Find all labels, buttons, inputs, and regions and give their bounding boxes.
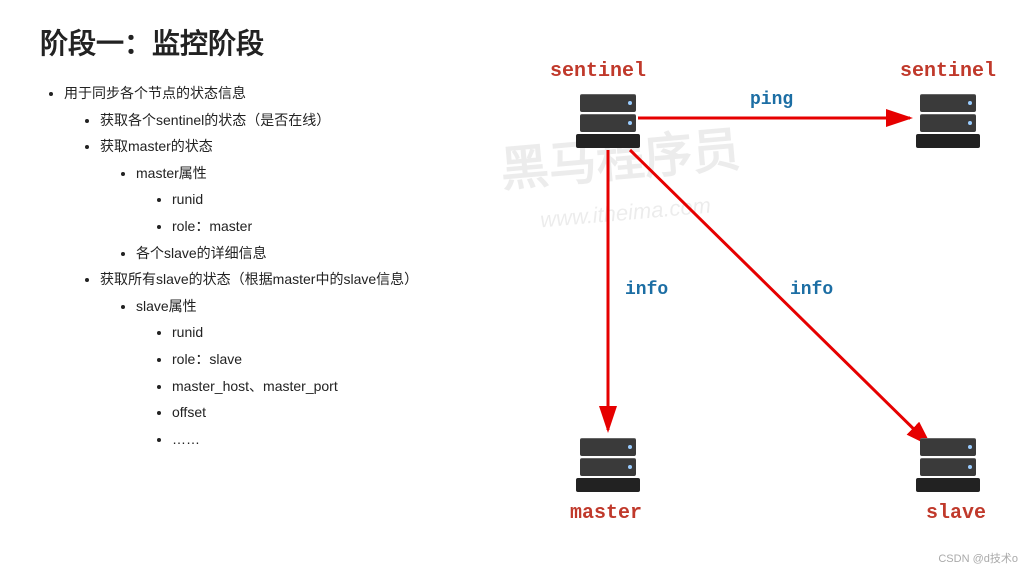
bullet-text: 获取所有slave的状态（根据master中的slave信息） (100, 271, 418, 287)
list-item: 获取各个sentinel的状态（是否在线） (100, 107, 480, 134)
list-item: master属性 runid role：master (136, 160, 480, 240)
bullet-text: master属性 (136, 165, 207, 181)
server-icon (920, 438, 976, 494)
bullet-list: 用于同步各个节点的状态信息 获取各个sentinel的状态（是否在线） 获取ma… (40, 80, 480, 452)
list-item: role：master (172, 213, 480, 240)
node-label-slave: slave (926, 502, 986, 525)
list-item: 获取master的状态 master属性 runid role：master 各… (100, 133, 480, 266)
credit-text: CSDN @d技术o (938, 550, 1018, 566)
server-icon (580, 438, 636, 494)
page-title: 阶段一：监控阶段 (40, 22, 264, 62)
architecture-diagram: sentinel sentinel master slave ping info… (500, 50, 1020, 550)
edge-label-info1: info (625, 280, 668, 300)
list-item: 获取所有slave的状态（根据master中的slave信息） slave属性 … (100, 266, 480, 452)
node-label-master: master (570, 502, 642, 525)
list-item: 各个slave的详细信息 (136, 240, 480, 267)
bullet-text: 用于同步各个节点的状态信息 (64, 85, 246, 101)
server-icon (920, 94, 976, 150)
server-icon (580, 94, 636, 150)
list-item: runid (172, 186, 480, 213)
list-item: master_host、master_port (172, 373, 480, 400)
list-item: runid (172, 319, 480, 346)
edge-label-ping: ping (750, 90, 793, 110)
list-item: offset (172, 399, 480, 426)
node-label-sentinel2: sentinel (900, 60, 996, 83)
node-label-sentinel1: sentinel (550, 60, 646, 83)
bullet-text: 获取master的状态 (100, 138, 213, 154)
bullet-text: slave属性 (136, 298, 197, 314)
list-item: slave属性 runid role：slave master_host、mas… (136, 293, 480, 453)
edge-label-info2: info (790, 280, 833, 300)
list-item: 用于同步各个节点的状态信息 获取各个sentinel的状态（是否在线） 获取ma… (64, 80, 480, 452)
list-item: role：slave (172, 346, 480, 373)
list-item: …… (172, 426, 480, 453)
